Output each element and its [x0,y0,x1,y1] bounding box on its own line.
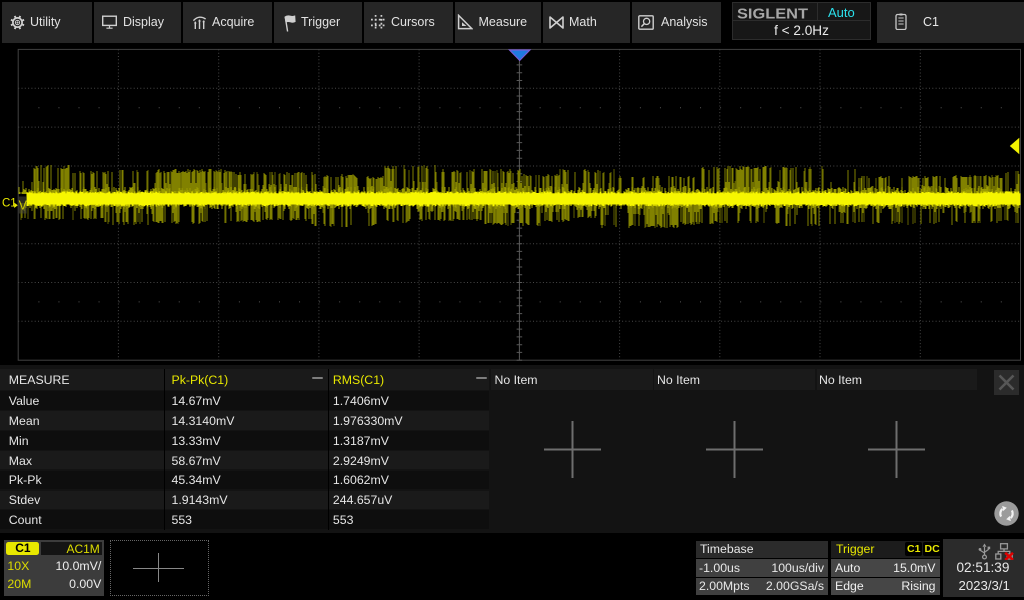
svg-text:V: V [19,199,28,213]
